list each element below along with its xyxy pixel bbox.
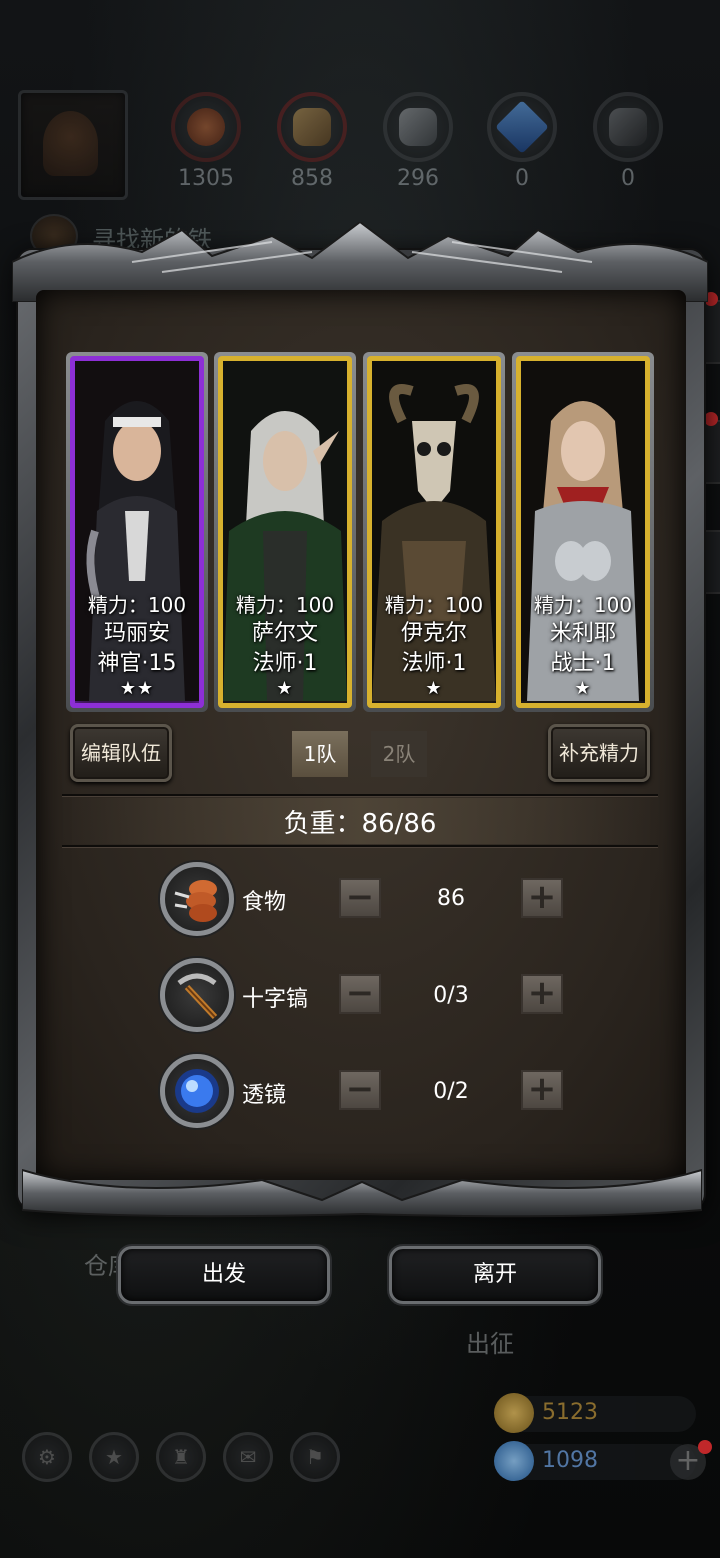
depart-button[interactable]: 出发	[118, 1246, 330, 1304]
lens-icon	[160, 1054, 234, 1128]
food-count: 1305	[178, 166, 234, 191]
lens-label: 透镜	[242, 1083, 287, 1108]
player-avatar[interactable]	[18, 90, 128, 200]
food-quantity: 86	[437, 886, 465, 911]
pickaxe-icon	[160, 958, 234, 1032]
iron-icon	[609, 108, 647, 146]
hero-energy: 精力：100	[533, 593, 633, 617]
hero-card[interactable]: 精力：100 米利耶 战士·1 ★	[512, 352, 654, 712]
refill-energy-button[interactable]: 补充精力	[548, 724, 650, 782]
notification-dot	[698, 1440, 712, 1454]
lens-quantity: 0/2	[433, 1079, 469, 1104]
lens-minus-button[interactable]: −	[339, 1070, 381, 1110]
divider	[62, 845, 658, 847]
crystal-count: 0	[515, 166, 529, 191]
food-resource: 1305	[168, 92, 244, 191]
gem-amount: 1098	[542, 1448, 598, 1473]
ornate-frame-bottom	[22, 1168, 702, 1218]
stone-count: 296	[397, 166, 439, 191]
hero-icon[interactable]: ♜	[156, 1432, 206, 1482]
gold-icon	[494, 1393, 534, 1433]
pickaxe-label: 十字镐	[242, 987, 309, 1012]
gold-amount: 5123	[542, 1400, 598, 1425]
guild-icon[interactable]: ⚑	[290, 1432, 340, 1482]
gold-currency: 5123	[494, 1393, 696, 1433]
pickaxe-minus-button[interactable]: −	[339, 974, 381, 1014]
hero-stars: ★	[574, 678, 592, 699]
food-label: 食物	[242, 890, 287, 915]
wood-resource: 858	[274, 92, 350, 191]
hero-stars: ★	[276, 678, 294, 699]
hero-class-level: 战士·1	[550, 651, 616, 676]
hero-name: 伊克尔	[400, 621, 467, 646]
leave-button[interactable]: 离开	[389, 1246, 601, 1304]
gem-currency: 1098	[494, 1441, 696, 1481]
hooded-figure-icon	[43, 111, 98, 176]
iron-count: 0	[621, 166, 635, 191]
stone-resource: 296	[380, 92, 456, 191]
tab-team-2[interactable]: 2队	[371, 731, 427, 777]
load-capacity: 负重：86/86	[283, 809, 437, 839]
hero-class-level: 法师·1	[401, 651, 467, 676]
settings-icon[interactable]: ⚙	[22, 1432, 72, 1482]
divider	[62, 794, 658, 796]
hero-energy: 精力：100	[235, 593, 335, 617]
gem-icon	[494, 1441, 534, 1481]
hero-energy: 精力：100	[384, 593, 484, 617]
food-plus-button[interactable]: +	[521, 878, 563, 918]
hero-stars: ★	[425, 678, 443, 699]
hero-stars: ★★	[119, 678, 155, 699]
hero-energy: 精力：100	[87, 593, 187, 617]
stone-icon	[399, 108, 437, 146]
hero-card[interactable]: 精力：100 伊克尔 法师·1 ★	[363, 352, 505, 712]
notification-dot	[704, 412, 718, 426]
hero-class-level: 神官·15	[97, 651, 177, 676]
iron-resource: 0	[590, 92, 666, 191]
crystal-resource: 0	[484, 92, 560, 191]
hero-name: 萨尔文	[251, 621, 318, 646]
edit-team-button[interactable]: 编辑队伍	[70, 724, 172, 782]
wood-count: 858	[291, 166, 333, 191]
crystal-icon	[495, 100, 549, 154]
hero-name: 米利耶	[549, 621, 616, 646]
hero-card[interactable]: 精力：100 萨尔文 法师·1 ★	[214, 352, 356, 712]
tab-team-1[interactable]: 1队	[292, 731, 348, 777]
pickaxe-quantity: 0/3	[433, 983, 469, 1008]
hero-card[interactable]: 精力：100 玛丽安 神官·15 ★★	[66, 352, 208, 712]
food-minus-button[interactable]: −	[339, 878, 381, 918]
hero-name: 玛丽安	[103, 621, 170, 646]
meat-icon	[187, 108, 225, 146]
pickaxe-plus-button[interactable]: +	[521, 974, 563, 1014]
hero-class-level: 法师·1	[252, 651, 318, 676]
expedition-label: 出征	[466, 1330, 514, 1358]
wood-icon	[293, 108, 331, 146]
achievement-icon[interactable]: ★	[89, 1432, 139, 1482]
lens-plus-button[interactable]: +	[521, 1070, 563, 1110]
food-icon	[160, 862, 234, 936]
mail-icon[interactable]: ✉	[223, 1432, 273, 1482]
